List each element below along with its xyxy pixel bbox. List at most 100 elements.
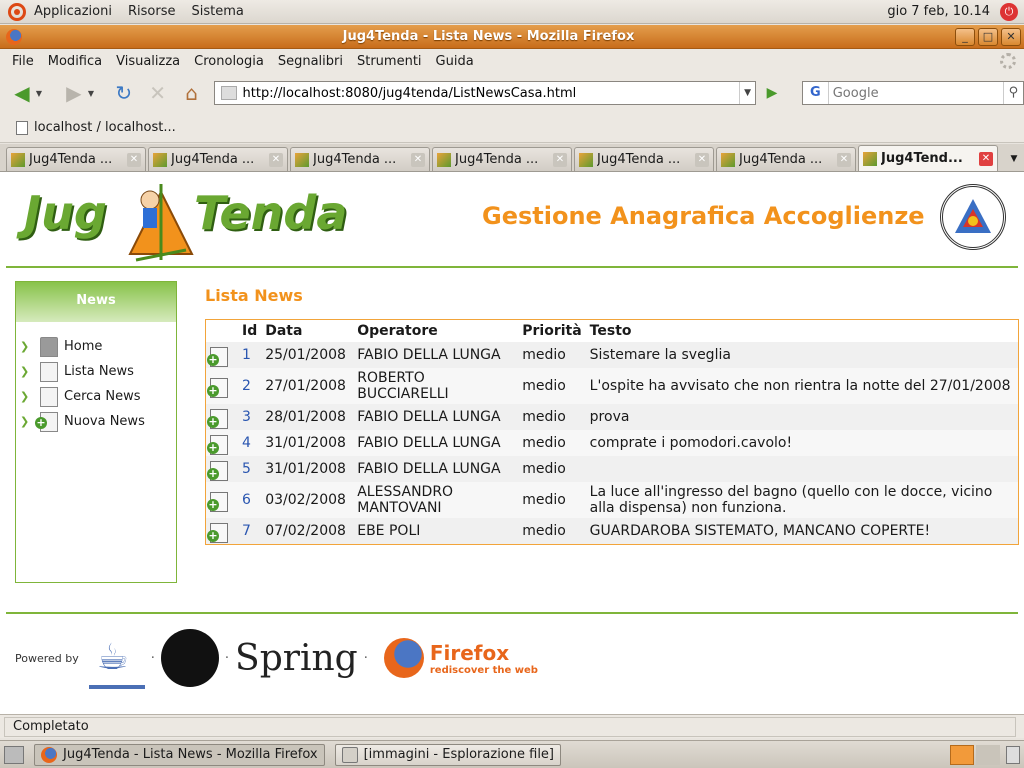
ubuntu-logo-icon[interactable] xyxy=(8,2,26,21)
sidebar-item-label[interactable]: Lista News xyxy=(64,364,134,379)
cell-data: 07/02/2008 xyxy=(261,518,354,544)
sidebar-item-nuova-news[interactable]: ❯ Nuova News xyxy=(16,409,176,434)
tab-close-icon[interactable]: ✕ xyxy=(979,151,993,166)
cell-operatore: FABIO DELLA LUNGA xyxy=(353,342,519,368)
url-bar[interactable]: ▼ xyxy=(213,81,757,105)
panel-menu-applicazioni[interactable]: Applicazioni xyxy=(26,4,120,19)
tab-close-icon[interactable]: ✕ xyxy=(695,152,709,167)
tab-close-icon[interactable]: ✕ xyxy=(553,152,567,167)
edit-news-icon[interactable] xyxy=(207,378,228,398)
edit-news-icon[interactable] xyxy=(207,347,228,367)
menu-modifica[interactable]: Modifica xyxy=(42,54,108,69)
sidebar-item-label[interactable]: Home xyxy=(64,339,102,354)
url-input[interactable] xyxy=(242,85,740,101)
news-id-link[interactable]: 2 xyxy=(242,378,251,394)
tab-list-dropdown-icon[interactable]: ▼ xyxy=(1004,147,1024,171)
forward-history-dropdown-icon[interactable]: ▼ xyxy=(88,89,98,98)
window-title: Jug4Tenda - Lista News - Mozilla Firefox xyxy=(342,29,635,44)
edit-news-icon[interactable] xyxy=(207,461,228,481)
edit-news-icon[interactable] xyxy=(207,523,228,543)
menu-visualizza[interactable]: Visualizza xyxy=(110,54,186,69)
row-icon-cell xyxy=(206,342,238,368)
news-id-link[interactable]: 4 xyxy=(242,435,251,451)
tab-2[interactable]: Jug4Tenda ... ✕ xyxy=(148,147,288,171)
app-title: Gestione Anagrafica Accoglienze xyxy=(482,202,925,230)
cell-operatore: EBE POLI xyxy=(353,518,519,544)
news-id-link[interactable]: 5 xyxy=(242,461,251,477)
edit-news-icon[interactable] xyxy=(207,435,228,455)
panel-menu-sistema[interactable]: Sistema xyxy=(183,4,251,19)
row-icon-cell xyxy=(206,430,238,456)
bookmark-localhost[interactable]: localhost / localhost... xyxy=(34,120,176,135)
sidebar-item-label[interactable]: Cerca News xyxy=(64,389,141,404)
row-icon-cell xyxy=(206,518,238,544)
firefox-icon xyxy=(41,746,57,763)
tab-5[interactable]: Jug4Tenda ... ✕ xyxy=(574,147,714,171)
news-id-link[interactable]: 1 xyxy=(242,347,251,363)
tab-3[interactable]: Jug4Tenda ... ✕ xyxy=(290,147,430,171)
search-magnifier-icon[interactable]: ⚲ xyxy=(1002,82,1023,104)
window-title-bar[interactable]: Jug4Tenda - Lista News - Mozilla Firefox… xyxy=(0,25,1024,49)
google-engine-icon[interactable]: G xyxy=(803,82,829,104)
tab-1[interactable]: Jug4Tenda ... ✕ xyxy=(6,147,146,171)
show-desktop-icon[interactable] xyxy=(4,745,24,764)
cell-testo: prova xyxy=(585,404,1018,430)
cell-data: 31/01/2008 xyxy=(261,430,354,456)
cell-operatore: ALESSANDRO MANTOVANI xyxy=(353,482,519,518)
tab-close-icon[interactable]: ✕ xyxy=(411,152,425,167)
task-file-browser-window[interactable]: [immagini - Esplorazione file] xyxy=(334,743,562,766)
stop-icon[interactable]: ✕ xyxy=(144,79,172,107)
tab-label: Jug4Tenda ... xyxy=(29,152,113,167)
edit-news-icon[interactable] xyxy=(207,492,228,512)
tab-label: Jug4Tenda ... xyxy=(171,152,255,167)
forward-arrow-icon[interactable]: ▶ xyxy=(60,79,88,107)
tab-6[interactable]: Jug4Tenda ... ✕ xyxy=(716,147,856,171)
minimize-button[interactable]: _ xyxy=(955,27,975,46)
search-input[interactable] xyxy=(828,85,1003,101)
tab-close-icon[interactable]: ✕ xyxy=(269,152,283,167)
url-history-dropdown-icon[interactable]: ▼ xyxy=(739,82,755,104)
search-bar[interactable]: G ⚲ xyxy=(801,81,1024,105)
sidebar-item-cerca-news[interactable]: ❯ Cerca News xyxy=(16,384,176,409)
logo-text-jug: Jug xyxy=(24,186,107,240)
maximize-button[interactable]: □ xyxy=(978,27,998,46)
tab-close-icon[interactable]: ✕ xyxy=(127,152,141,167)
go-arrow-icon[interactable]: ▶ xyxy=(760,81,784,105)
cell-operatore: FABIO DELLA LUNGA xyxy=(353,430,519,456)
workspace-1[interactable] xyxy=(950,744,974,765)
edit-news-icon[interactable] xyxy=(207,409,228,429)
panel-menu-risorse[interactable]: Risorse xyxy=(120,4,184,19)
workspace-2[interactable] xyxy=(976,744,1000,765)
home-icon[interactable]: ⌂ xyxy=(178,79,206,107)
menu-segnalibri[interactable]: Segnalibri xyxy=(272,54,349,69)
menu-cronologia[interactable]: Cronologia xyxy=(188,54,270,69)
back-arrow-icon[interactable]: ◀ xyxy=(8,79,36,107)
sidebar-item-lista-news[interactable]: ❯ Lista News xyxy=(16,359,176,384)
header-icon-column xyxy=(206,320,238,342)
panel-clock[interactable]: gio 7 feb, 10.14 xyxy=(887,4,990,19)
news-id-link[interactable]: 6 xyxy=(242,492,251,508)
menu-strumenti[interactable]: Strumenti xyxy=(351,54,428,69)
sidebar-item-label[interactable]: Nuova News xyxy=(64,414,145,429)
table-row: 4 31/01/2008FABIO DELLA LUNGAmediocomprat… xyxy=(206,430,1018,456)
reload-icon[interactable]: ↻ xyxy=(110,79,138,107)
sidebar-item-home[interactable]: ❯ Home xyxy=(16,334,176,359)
row-icon-cell xyxy=(206,404,238,430)
close-button[interactable]: ✕ xyxy=(1001,27,1021,46)
power-icon[interactable]: ⏻ xyxy=(1000,2,1018,21)
tab-label: Jug4Tend... xyxy=(881,151,963,166)
menu-file[interactable]: File xyxy=(6,54,40,69)
news-id-link[interactable]: 7 xyxy=(242,523,251,539)
back-history-dropdown-icon[interactable]: ▼ xyxy=(36,89,46,98)
task-firefox-window[interactable]: Jug4Tenda - Lista News - Mozilla Firefox xyxy=(34,743,325,766)
trash-icon[interactable] xyxy=(1006,745,1020,764)
tab-7-active[interactable]: Jug4Tend... ✕ xyxy=(858,145,998,171)
tab-close-icon[interactable]: ✕ xyxy=(837,152,851,167)
menu-bar: File Modifica Visualizza Cronologia Segn… xyxy=(0,49,1024,73)
tab-4[interactable]: Jug4Tenda ... ✕ xyxy=(432,147,572,171)
cell-testo: Sistemare la sveglia xyxy=(585,342,1018,368)
sidebar: News ❯ Home ❯ Lista News ❯ Cerca News ❯ … xyxy=(15,281,177,583)
menu-guida[interactable]: Guida xyxy=(430,54,480,69)
news-id-link[interactable]: 3 xyxy=(242,409,251,425)
table-row: 3 28/01/2008FABIO DELLA LUNGAmedioprova xyxy=(206,404,1018,430)
